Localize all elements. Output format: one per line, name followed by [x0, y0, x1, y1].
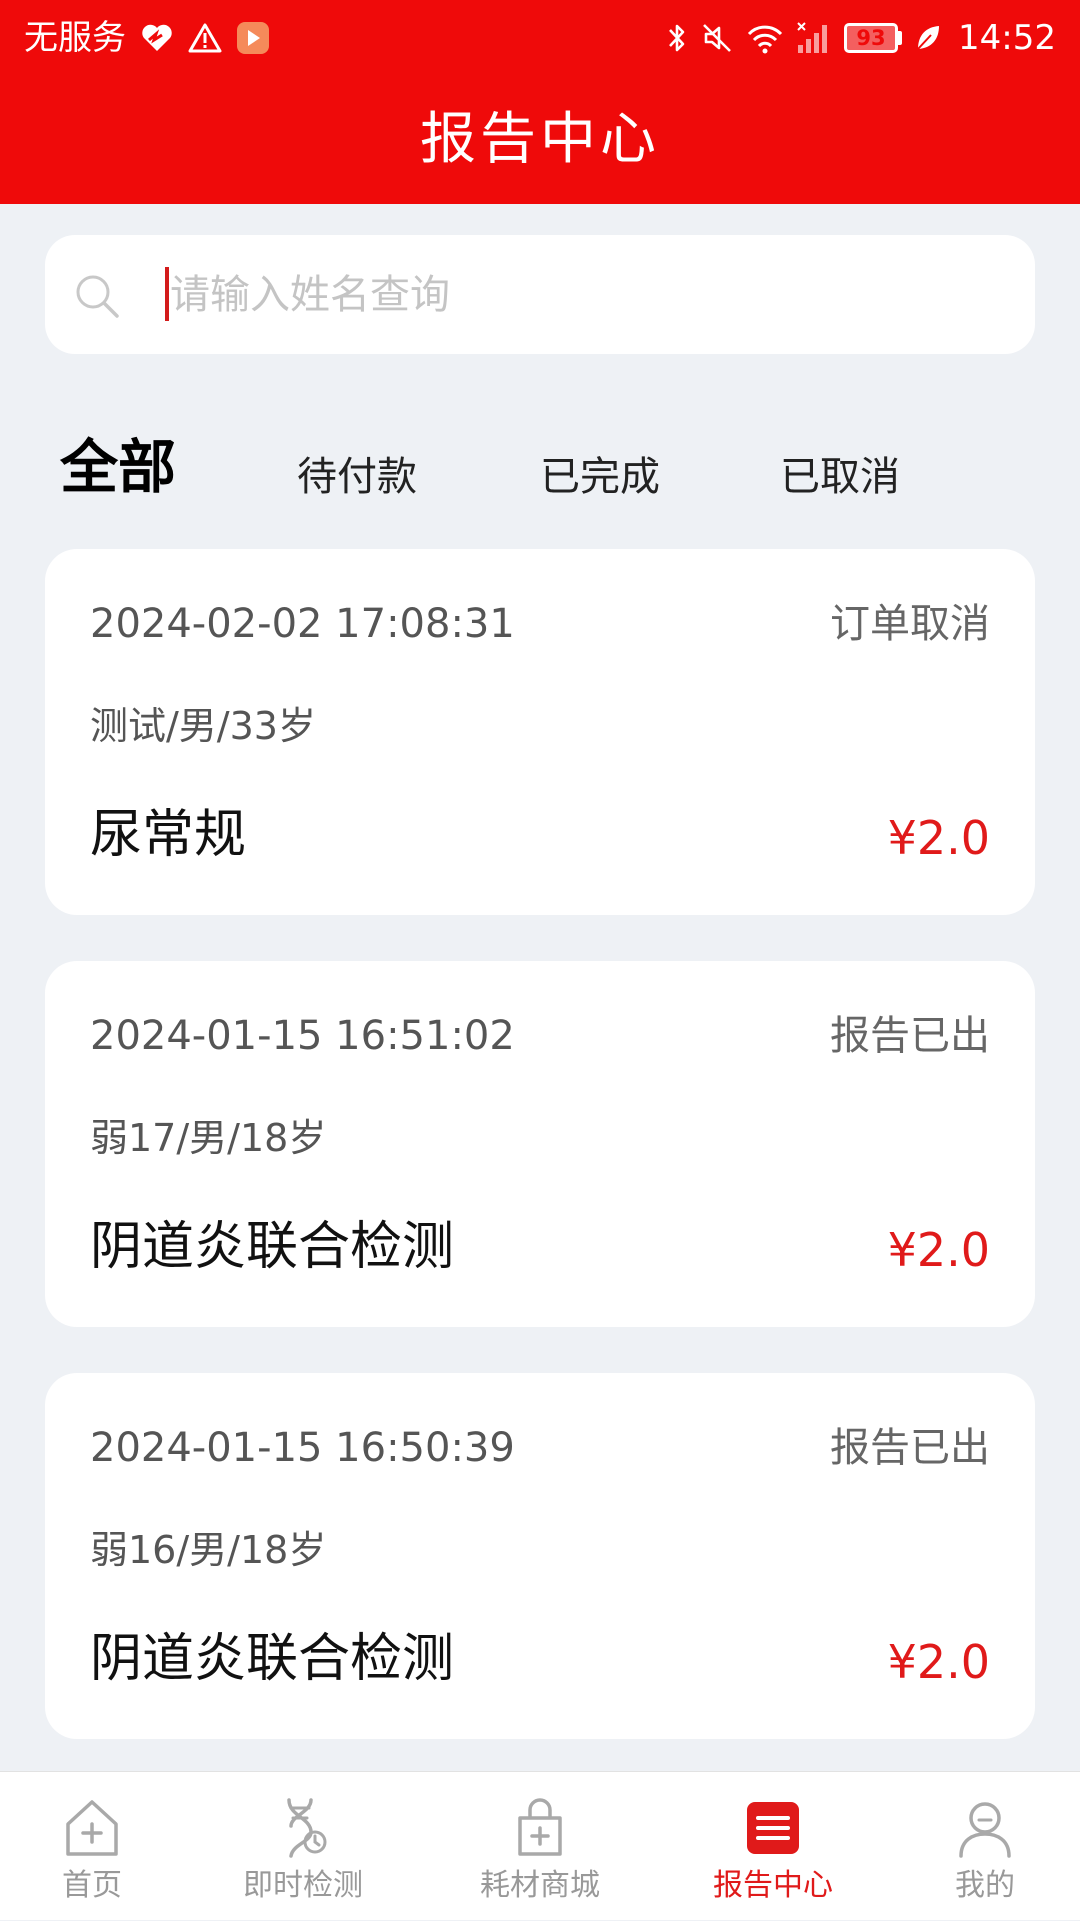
heart-service-icon: [140, 20, 174, 56]
wifi-icon: [746, 20, 784, 56]
order-test-name: 阴道炎联合检测: [90, 1217, 455, 1277]
order-status: 报告已出: [830, 1425, 990, 1471]
nav-item-report-center[interactable]: 报告中心: [688, 1772, 858, 1921]
nav-label: 耗材商城: [480, 1868, 600, 1903]
page-title: 报告中心: [420, 107, 660, 172]
app-notification-icon: [236, 20, 270, 56]
battery-tip: [898, 31, 903, 45]
nav-label: 报告中心: [713, 1868, 833, 1903]
order-card[interactable]: 2024-02-02 17:08:31 订单取消 测试/男/33岁 尿常规 ¥2…: [45, 549, 1035, 915]
nav-item-mine[interactable]: 我的: [915, 1772, 1055, 1921]
order-status: 报告已出: [830, 1013, 990, 1059]
leaf-icon: [914, 20, 942, 56]
app-header: 无服务 93 14:52 报告中心: [0, 0, 1080, 204]
nav-label: 即时检测: [243, 1868, 363, 1903]
order-card[interactable]: 2024-01-15 16:50:39 报告已出 弱16/男/18岁 阴道炎联合…: [45, 1373, 1035, 1739]
order-status: 订单取消: [830, 601, 990, 647]
status-bar-left: 无服务: [24, 16, 270, 60]
shopping-bag-icon: [518, 1798, 562, 1856]
text-cursor: [165, 267, 169, 321]
order-price: ¥2.0: [887, 1223, 990, 1277]
nav-item-home[interactable]: 首页: [22, 1772, 162, 1921]
bluetooth-icon: [666, 20, 688, 56]
home-plus-icon: [66, 1800, 118, 1856]
tab-cancelled[interactable]: 已取消: [780, 452, 900, 502]
tab-completed[interactable]: 已完成: [540, 452, 660, 502]
signal-icon: [796, 20, 832, 56]
status-bar-right: 93 14:52: [666, 16, 1056, 60]
user-icon: [959, 1802, 1011, 1858]
nav-label: 我的: [955, 1868, 1015, 1903]
search-input[interactable]: [170, 262, 990, 328]
nav-item-supplies-mall[interactable]: 耗材商城: [455, 1772, 625, 1921]
order-test-name: 尿常规: [90, 805, 247, 865]
order-datetime: 2024-01-15 16:50:39: [90, 1425, 515, 1471]
warning-icon: [188, 20, 222, 56]
dna-test-icon: [287, 1798, 327, 1858]
order-datetime: 2024-01-15 16:51:02: [90, 1013, 515, 1059]
order-price: ¥2.0: [887, 811, 990, 865]
order-test-name: 阴道炎联合检测: [90, 1629, 455, 1689]
battery-indicator: 93: [844, 20, 903, 56]
nav-item-instant-test[interactable]: 即时检测: [218, 1772, 388, 1921]
mute-icon: [700, 20, 734, 56]
battery-level: 93: [844, 23, 899, 53]
order-datetime: 2024-02-02 17:08:31: [90, 601, 515, 647]
order-patient-info: 弱16/男/18岁: [90, 1528, 327, 1572]
order-patient-info: 测试/男/33岁: [90, 704, 316, 748]
nav-label: 首页: [62, 1868, 122, 1903]
order-patient-info: 弱17/男/18岁: [90, 1116, 327, 1160]
order-card[interactable]: 2024-01-15 16:51:02 报告已出 弱17/男/18岁 阴道炎联合…: [45, 961, 1035, 1327]
tab-all[interactable]: 全部: [60, 432, 176, 502]
report-list-icon: [747, 1802, 799, 1854]
clock-time: 14:52: [958, 18, 1056, 58]
tab-pending-payment[interactable]: 待付款: [297, 452, 417, 502]
bottom-nav: 首页 即时检测 耗材商城 报告中心 我的: [0, 1771, 1080, 1920]
search-icon: [76, 275, 119, 318]
order-price: ¥2.0: [887, 1635, 990, 1689]
status-bar: 无服务 93 14:52: [0, 0, 1080, 74]
carrier-text: 无服务: [24, 18, 126, 58]
